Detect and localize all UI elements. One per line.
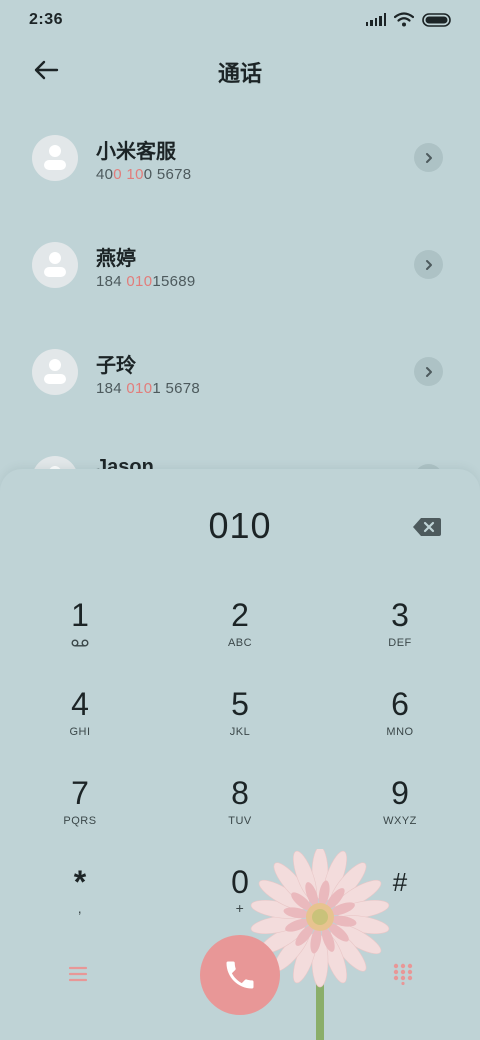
contact-number: 184 01015689 bbox=[96, 273, 196, 290]
phone-screen: 2:36 通话 小米客服 400 100 5678 燕婷 184 0101568… bbox=[0, 0, 480, 1040]
dialer-panel: 010 1 2 ABC 3 DEF 4 GHI 5 JKL 6 MNO 7 PQ… bbox=[0, 469, 480, 1040]
key-0[interactable]: 0 + bbox=[180, 864, 300, 944]
contact-name: 小米客服 bbox=[96, 141, 176, 163]
contact-detail-button[interactable] bbox=[414, 250, 443, 279]
avatar bbox=[32, 242, 78, 288]
call-button[interactable] bbox=[200, 935, 280, 1015]
key-5[interactable]: 5 JKL bbox=[180, 686, 300, 766]
contact-detail-button[interactable] bbox=[414, 357, 443, 386]
dialed-number-display: 010 bbox=[208, 505, 272, 546]
contact-item[interactable]: 小米客服 400 100 5678 bbox=[0, 105, 480, 212]
avatar bbox=[32, 349, 78, 395]
contact-number: 184 0101 5678 bbox=[96, 380, 201, 397]
key-1[interactable]: 1 bbox=[20, 597, 140, 677]
chevron-right-icon bbox=[425, 152, 432, 163]
key-star[interactable]: * , bbox=[20, 864, 140, 944]
key-4[interactable]: 4 GHI bbox=[20, 686, 140, 766]
contact-number: 400 100 5678 bbox=[96, 166, 192, 183]
chevron-right-icon bbox=[425, 366, 432, 377]
backspace-icon[interactable] bbox=[412, 516, 442, 538]
chevron-right-icon bbox=[425, 259, 432, 270]
header: 通话 bbox=[0, 48, 480, 94]
key-8[interactable]: 8 TUV bbox=[180, 775, 300, 855]
key-9[interactable]: 9 WXYZ bbox=[340, 775, 460, 855]
key-6[interactable]: 6 MNO bbox=[340, 686, 460, 766]
key-7[interactable]: 7 PQRS bbox=[20, 775, 140, 855]
contact-item[interactable]: 子玲 184 0101 5678 bbox=[0, 319, 480, 426]
page-title: 通话 bbox=[217, 61, 262, 86]
status-bar: 2:36 bbox=[0, 0, 480, 42]
phone-icon bbox=[226, 961, 254, 989]
keypad-icon[interactable] bbox=[392, 963, 414, 985]
contact-name: 燕婷 bbox=[96, 248, 136, 270]
status-icons bbox=[365, 12, 453, 27]
key-hash[interactable]: # bbox=[340, 864, 460, 944]
voicemail-icon bbox=[71, 639, 89, 647]
status-time: 2:36 bbox=[29, 11, 64, 28]
avatar bbox=[32, 135, 78, 181]
signal-icon bbox=[365, 13, 386, 26]
key-2[interactable]: 2 ABC bbox=[180, 597, 300, 677]
wifi-icon bbox=[394, 12, 414, 27]
menu-icon[interactable] bbox=[64, 963, 92, 985]
battery-icon bbox=[422, 12, 451, 27]
contact-detail-button[interactable] bbox=[414, 143, 443, 172]
key-3[interactable]: 3 DEF bbox=[340, 597, 460, 677]
contact-name: 子玲 bbox=[96, 355, 136, 377]
contact-item[interactable]: 燕婷 184 01015689 bbox=[0, 212, 480, 319]
